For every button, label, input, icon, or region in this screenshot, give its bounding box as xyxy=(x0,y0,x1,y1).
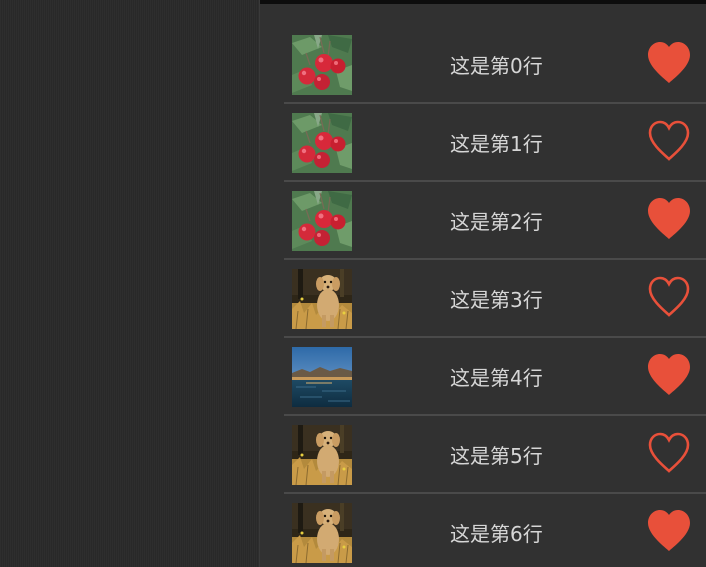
heart-outline-icon[interactable] xyxy=(646,431,692,475)
item-label: 这是第5行 xyxy=(450,444,543,468)
list-item[interactable]: 这是第0行 xyxy=(284,26,706,104)
item-label: 这是第1行 xyxy=(450,132,543,156)
list-item[interactable]: 这是第1行 xyxy=(284,104,706,182)
list-item[interactable]: 这是第6行 xyxy=(284,494,706,567)
item-label: 这是第4行 xyxy=(450,366,543,390)
top-edge-bar xyxy=(260,0,706,4)
item-thumbnail-apples xyxy=(292,35,352,95)
list-pane[interactable]: 这是第0行 这是第1行 这是第2行 这是第3行 这是第4行 这是第5行 这是第6… xyxy=(260,0,706,567)
heart-outline-icon[interactable] xyxy=(646,119,692,163)
heart-filled-icon[interactable] xyxy=(646,197,692,241)
heart-filled-icon[interactable] xyxy=(646,41,692,85)
item-thumbnail-puppy xyxy=(292,503,352,563)
item-thumbnail-puppy xyxy=(292,425,352,485)
list-item[interactable]: 这是第3行 xyxy=(284,260,706,338)
list-item[interactable]: 这是第5行 xyxy=(284,416,706,494)
heart-filled-icon[interactable] xyxy=(646,353,692,397)
item-label: 这是第6行 xyxy=(450,522,543,546)
item-thumbnail-apples xyxy=(292,113,352,173)
item-label: 这是第0行 xyxy=(450,54,543,78)
item-thumbnail-puppy xyxy=(292,269,352,329)
heart-filled-icon[interactable] xyxy=(646,509,692,553)
item-label: 这是第2行 xyxy=(450,210,543,234)
left-empty-pane xyxy=(0,0,259,567)
item-thumbnail-apples xyxy=(292,191,352,251)
item-list[interactable]: 这是第0行 这是第1行 这是第2行 这是第3行 这是第4行 这是第5行 这是第6… xyxy=(284,26,706,567)
list-item[interactable]: 这是第4行 xyxy=(284,338,706,416)
heart-outline-icon[interactable] xyxy=(646,275,692,319)
list-item[interactable]: 这是第2行 xyxy=(284,182,706,260)
item-label: 这是第3行 xyxy=(450,288,543,312)
item-thumbnail-lake-landscape xyxy=(292,347,352,407)
